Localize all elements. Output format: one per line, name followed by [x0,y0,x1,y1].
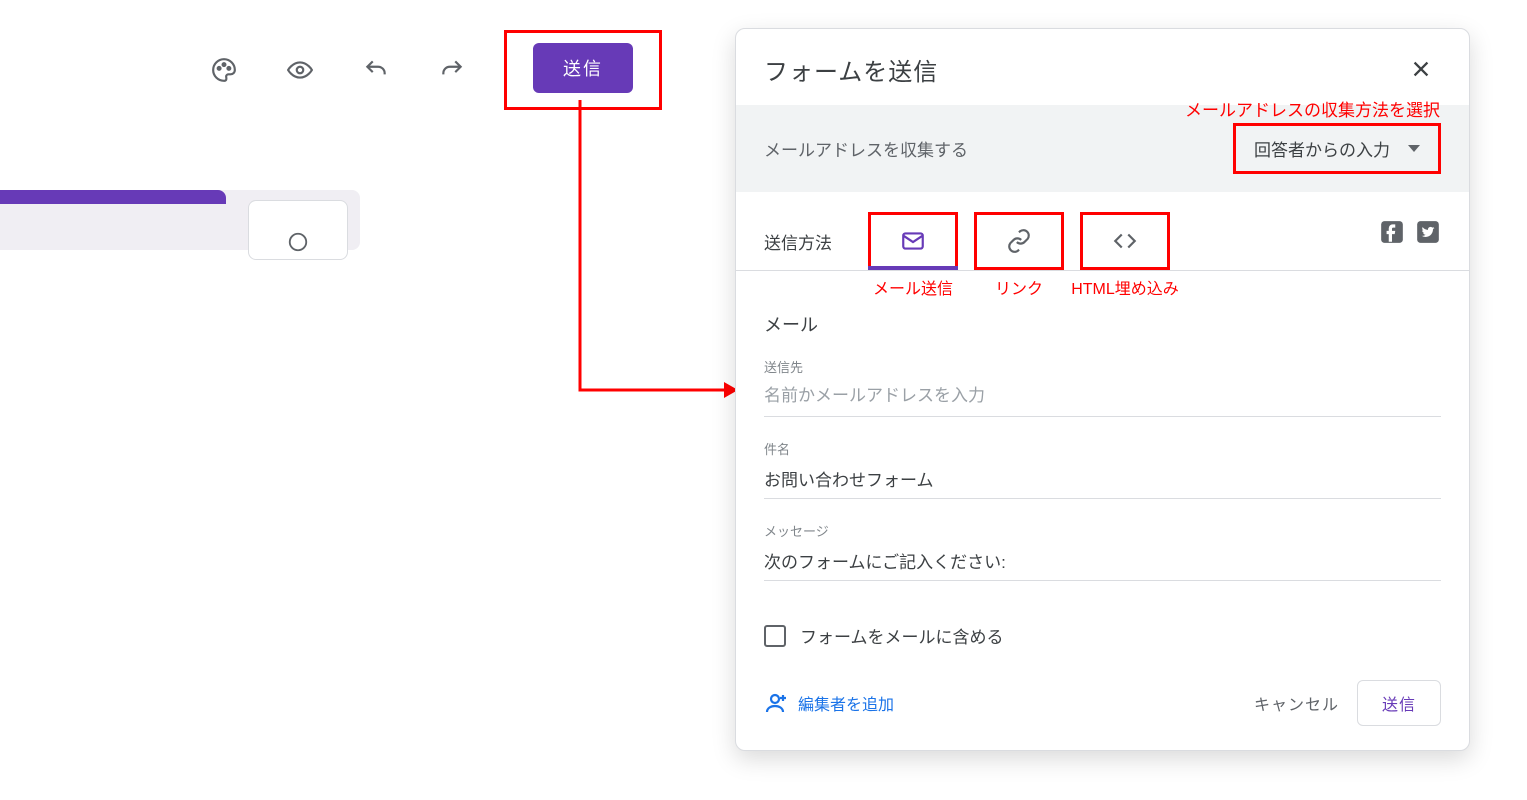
chevron-down-icon [1408,145,1420,152]
send-method-tabs: メール送信 リンク HTML埋め込み [868,212,1170,270]
field-subject-label: 件名 [764,439,1441,458]
send-method-label: 送信方法 [764,229,832,254]
tab-email-caption: メール送信 [873,275,953,299]
collect-email-row: メールアドレスを収集する メールアドレスの収集方法を選択 回答者からの入力 [736,105,1469,192]
social-share [1379,219,1441,263]
dialog-footer: 編集者を追加 キャンセル 送信 [736,658,1469,730]
editor-area: 送信 [0,0,730,800]
tab-embed-caption: HTML埋め込み [1071,275,1179,299]
dialog-title: フォームを送信 [764,52,938,87]
include-form-label: フォームをメールに含める [800,623,1004,648]
dialog-header: フォームを送信 [736,29,1469,105]
palette-icon[interactable] [200,46,248,94]
field-to-label: 送信先 [764,357,1441,376]
field-subject: 件名 [764,439,1441,499]
include-form-row: フォームをメールに含める [736,613,1469,658]
form-toolbar-card[interactable] [248,200,348,260]
tab-email[interactable]: メール送信 [868,212,958,270]
redo-icon[interactable] [428,46,476,94]
send-form-dialog: フォームを送信 メールアドレスを収集する メールアドレスの収集方法を選択 回答者… [735,28,1470,751]
message-input[interactable] [764,546,1441,574]
subject-input[interactable] [764,464,1441,492]
cancel-button[interactable]: キャンセル [1236,681,1357,725]
facebook-icon[interactable] [1379,219,1405,245]
field-to: 送信先 [764,357,1441,417]
twitter-icon[interactable] [1415,219,1441,245]
add-editors-label: 編集者を追加 [798,691,894,715]
collect-email-dropdown[interactable]: メールアドレスの収集方法を選択 回答者からの入力 [1233,123,1441,174]
preview-icon[interactable] [276,46,324,94]
collect-email-value: 回答者からの入力 [1254,136,1390,161]
toolbar: 送信 [200,30,662,110]
email-section: メール 送信先 件名 メッセージ [736,271,1469,613]
section-title: メール [764,311,1441,337]
dropdown-annotation: メールアドレスの収集方法を選択 [1185,96,1440,121]
add-editors-button[interactable]: 編集者を追加 [764,691,894,715]
field-message-label: メッセージ [764,521,1441,540]
to-input[interactable] [764,382,1441,410]
tab-link-caption: リンク [995,275,1043,299]
tab-link[interactable]: リンク [974,212,1064,270]
close-icon[interactable] [1401,49,1441,89]
send-button-highlight: 送信 [504,30,662,110]
collect-email-label: メールアドレスを収集する [764,136,968,161]
tab-embed[interactable]: HTML埋め込み [1080,212,1170,270]
undo-icon[interactable] [352,46,400,94]
send-method-row: 送信方法 メール送信 リンク HTML埋め込み [736,192,1469,271]
send-button[interactable]: 送信 [533,43,633,93]
field-message: メッセージ [764,521,1441,581]
form-accent-bar [0,190,226,204]
dialog-send-button[interactable]: 送信 [1357,680,1441,726]
include-form-checkbox[interactable] [764,625,786,647]
